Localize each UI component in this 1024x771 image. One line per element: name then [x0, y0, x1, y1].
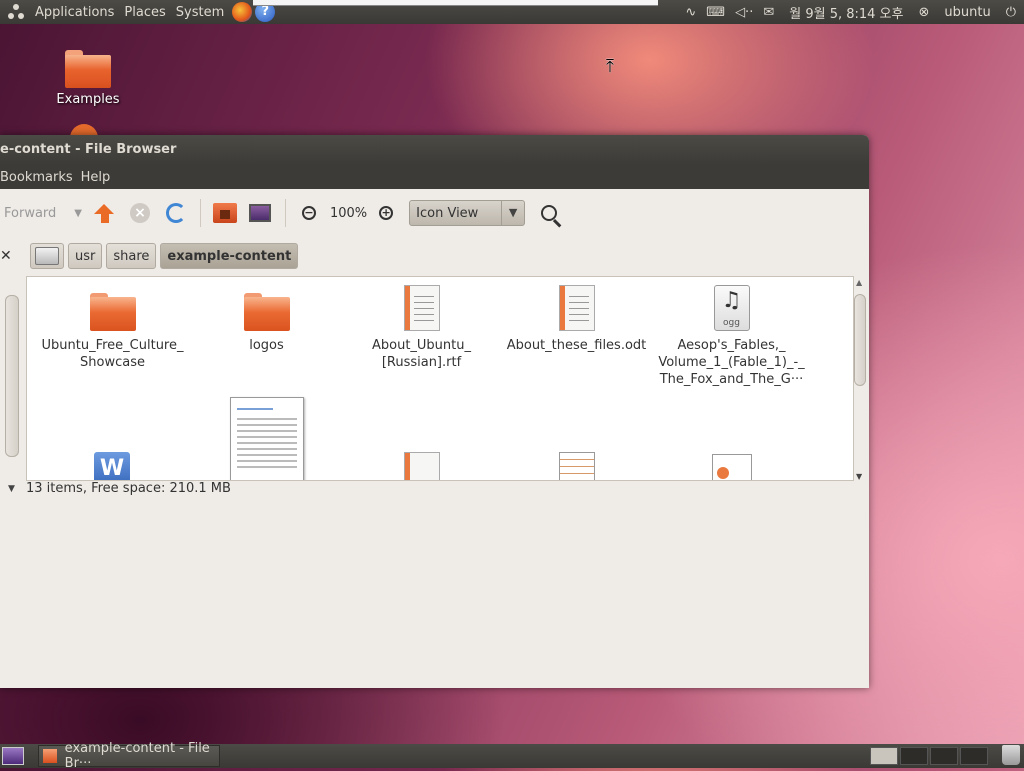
disk-icon — [35, 247, 59, 265]
file-item[interactable]: logos — [189, 293, 344, 354]
audio-badge: ogg — [723, 318, 740, 328]
zoom-level[interactable]: 100% — [330, 206, 367, 221]
crumb-share[interactable]: share — [106, 243, 157, 269]
side-pane-edge — [0, 275, 22, 641]
file-item[interactable]: Ubuntu_Free_Culture_ Showcase — [35, 293, 190, 371]
vertical-scrollbar[interactable]: ▲ ▼ — [852, 276, 868, 481]
icon-view[interactable]: Ubuntu_Free_Culture_ Showcase logos Abou… — [26, 276, 854, 481]
file-label: About_Ubuntu_ [Russian].rtf — [371, 338, 472, 370]
chevron-down-icon: ▼ — [501, 201, 524, 225]
view-mode-value: Icon View — [416, 205, 479, 221]
document-icon[interactable] — [404, 452, 440, 480]
file-item[interactable]: ♫ ogg Aesop's_Fables,_ Volume_1_(Fable_1)… — [654, 285, 809, 388]
zoom-in-icon[interactable]: + — [379, 206, 394, 220]
menu-help[interactable]: Help — [81, 170, 119, 185]
file-browser-window: e-content - File Browser Bookmarks Help … — [0, 135, 869, 688]
show-desktop-icon[interactable] — [2, 747, 24, 765]
taskbar-item-label: example-content - File Br··· — [64, 741, 210, 771]
scrollbar-thumb[interactable] — [854, 294, 866, 386]
menu-applications[interactable]: Applications — [30, 5, 119, 20]
close-icon[interactable]: ✕ — [0, 248, 14, 264]
folder-icon — [65, 50, 111, 88]
crumb-example-content[interactable]: example-content — [160, 243, 299, 269]
presentation-icon[interactable] — [712, 454, 752, 480]
toolbar: Forward ▼ × − 100% + Icon View ▼ — [0, 189, 869, 237]
workspace-3[interactable] — [930, 747, 958, 765]
workspace-4[interactable] — [960, 747, 988, 765]
workspace-2[interactable] — [900, 747, 928, 765]
menu-bookmarks[interactable]: Bookmarks — [0, 170, 81, 185]
up-arrow-icon — [93, 203, 114, 214]
taskbar-item-file-browser[interactable]: example-content - File Br··· — [38, 741, 220, 771]
forward-button[interactable]: Forward — [4, 206, 56, 221]
document-icon — [558, 285, 595, 331]
window-title[interactable]: e-content - File Browser — [0, 135, 869, 165]
file-label: About_these_files.odt — [506, 338, 647, 353]
bottom-panel: example-content - File Br··· — [0, 741, 1024, 771]
folder-icon — [243, 293, 290, 331]
file-label: Ubuntu_Free_Culture_ Showcase — [41, 338, 184, 370]
status-arrow-icon[interactable]: ▼ — [8, 484, 15, 494]
menubar: Bookmarks Help — [0, 165, 869, 189]
overlay-strip — [253, 0, 658, 6]
document-thumbnail-icon[interactable] — [230, 397, 304, 480]
folder-icon — [43, 749, 57, 763]
zoom-out-icon[interactable]: − — [301, 206, 316, 220]
computer-icon[interactable] — [248, 204, 271, 222]
desktop-icon-examples[interactable]: Examples — [52, 50, 124, 107]
search-icon[interactable] — [541, 205, 558, 221]
file-item[interactable]: About_these_files.odt — [499, 285, 654, 354]
session-icon[interactable]: ⊗ — [918, 5, 929, 20]
word-document-icon[interactable]: W — [94, 452, 130, 480]
document-icon — [403, 285, 440, 331]
side-pane-scrollbar[interactable] — [5, 295, 19, 457]
ubuntu-logo-icon[interactable] — [8, 4, 24, 20]
user-menu[interactable]: ubuntu — [939, 5, 995, 20]
path-bar: ✕ usr share example-content — [0, 241, 299, 271]
trash-icon[interactable] — [1002, 745, 1020, 765]
scroll-down-icon[interactable]: ▼ — [856, 472, 862, 481]
keyboard-icon[interactable]: ⌨ — [706, 5, 725, 20]
home-icon[interactable] — [212, 203, 237, 223]
network-icon[interactable]: ∿ — [685, 5, 696, 20]
stop-icon[interactable]: × — [129, 203, 150, 223]
workspace-1[interactable] — [870, 747, 898, 765]
crumb-root[interactable] — [30, 243, 64, 269]
menu-places[interactable]: Places — [119, 5, 170, 20]
cursor-icon: ⤒ — [606, 56, 614, 77]
file-label: logos — [249, 338, 284, 353]
folder-icon — [89, 293, 136, 331]
file-label: Aesop's_Fables,_ Volume_1_(Fable_1)_-_ T… — [658, 338, 805, 387]
up-button[interactable] — [93, 203, 116, 223]
clock[interactable]: 월 9월 5, 8:14 오후 — [784, 3, 908, 22]
menu-system[interactable]: System — [171, 5, 229, 20]
audio-file-icon: ♫ ogg — [713, 285, 750, 331]
view-mode-select[interactable]: Icon View ▼ — [409, 200, 526, 226]
status-bar-text: 13 items, Free space: 210.1 MB — [26, 481, 231, 496]
firefox-icon[interactable] — [232, 2, 253, 22]
spreadsheet-icon[interactable] — [559, 452, 595, 480]
workspace-switcher — [870, 747, 988, 765]
file-item[interactable]: About_Ubuntu_ [Russian].rtf — [344, 285, 499, 371]
reload-icon[interactable] — [165, 203, 186, 223]
scroll-up-icon[interactable]: ▲ — [856, 278, 862, 287]
mail-icon[interactable]: ✉ — [763, 5, 774, 20]
desktop-icon-label: Examples — [56, 92, 120, 107]
forward-dropdown-icon[interactable]: ▼ — [74, 208, 82, 219]
crumb-usr[interactable]: usr — [68, 243, 103, 269]
volume-icon[interactable]: ◁·· — [735, 5, 753, 20]
power-icon[interactable]: ⏻ — [1006, 5, 1016, 20]
